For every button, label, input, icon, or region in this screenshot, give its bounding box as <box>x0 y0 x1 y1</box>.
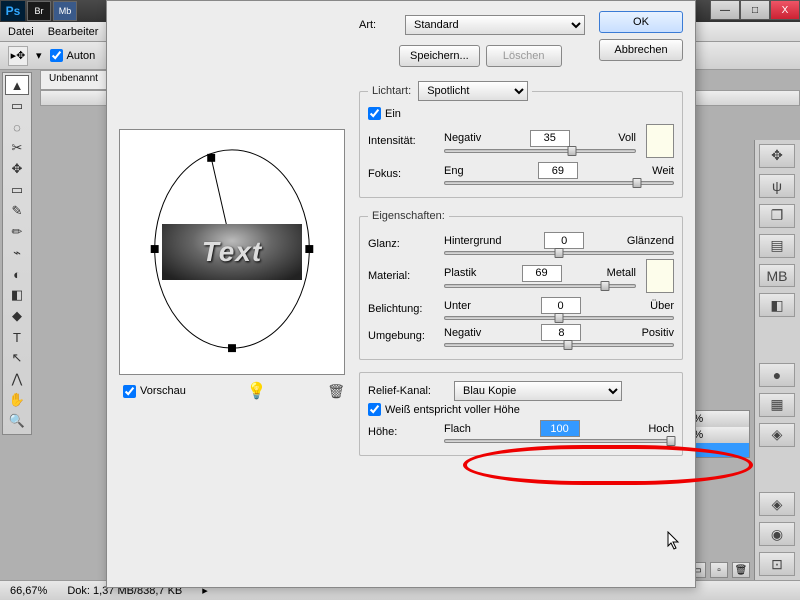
on-checkbox[interactable]: Ein <box>368 107 674 120</box>
white-high-checkbox[interactable]: Weiß entspricht voller Höhe <box>368 403 674 416</box>
tool-path[interactable]: ↖ <box>5 348 29 368</box>
ps-logo-icon: Ps <box>1 1 25 21</box>
tool-marquee[interactable]: ▭ <box>5 96 29 116</box>
ok-button[interactable]: OK <box>599 11 683 33</box>
tool-type[interactable]: T <box>5 327 29 347</box>
tool-zoom[interactable]: 🔍 <box>5 411 29 431</box>
tool-move[interactable]: ▲ <box>5 75 29 95</box>
tool-eyedropper[interactable]: ▭ <box>5 180 29 200</box>
ambience-value[interactable] <box>541 324 581 341</box>
lighting-effects-dialog: OK Abbrechen Text Vorschau 💡 🗑 <box>106 0 696 588</box>
material-label: Material: <box>368 270 438 282</box>
focus-slider[interactable] <box>444 181 674 185</box>
style-label: Art: <box>359 19 399 31</box>
intensity-label: Intensität: <box>368 135 438 147</box>
light-color-swatch[interactable] <box>646 124 674 158</box>
exposure-label: Belichtung: <box>368 303 438 315</box>
opt-separator: ▾ <box>36 49 42 62</box>
auto-select-check[interactable]: Auton <box>50 49 96 62</box>
panel-icon-7[interactable]: ● <box>759 363 795 387</box>
right-panel-strip: ✥ ψ ❐ ▤ MB ◧ ● ▦ ◈ ◈ ◉ ⊡ <box>754 140 800 580</box>
height-value[interactable] <box>540 420 580 437</box>
gloss-slider[interactable] <box>444 251 674 255</box>
minibridge-icon[interactable]: Mb <box>53 1 77 21</box>
panel-icon-9[interactable]: ◈ <box>759 423 795 447</box>
lightbulb-icon[interactable]: 💡 <box>247 381 267 401</box>
height-slider[interactable] <box>444 439 674 443</box>
panel-icon-1[interactable]: ✥ <box>759 144 795 168</box>
minimize-button[interactable]: — <box>710 0 740 20</box>
bridge-icon[interactable]: Br <box>27 1 51 21</box>
document-tab[interactable]: Unbenannt <box>40 70 107 90</box>
delete-button: Löschen <box>486 45 562 67</box>
tool-lasso[interactable]: ◌ <box>5 117 29 137</box>
maximize-button[interactable]: □ <box>740 0 770 20</box>
delete-light-icon[interactable]: 🗑 <box>327 383 345 400</box>
panel-layers-icon[interactable]: ◈ <box>759 492 795 516</box>
tool-wand[interactable]: ✥ <box>5 159 29 179</box>
panel-icon-5[interactable]: MB <box>759 264 795 288</box>
ambience-slider[interactable] <box>444 343 674 347</box>
tools-panel: ▲ ▭ ◌ ✂ ✥ ▭ ✎ ✏ ⌁ ◐ ◧ ◆ T ↖ ⋀ ✋ 🔍 <box>2 72 32 435</box>
intensity-slider[interactable] <box>444 149 636 153</box>
panel-icon-3[interactable]: ❐ <box>759 204 795 228</box>
tool-pencil[interactable]: ✏ <box>5 222 29 242</box>
height-label: Höhe: <box>368 426 438 438</box>
ambience-label: Umgebung: <box>368 330 438 342</box>
menu-edit[interactable]: Bearbeiter <box>48 26 99 38</box>
tool-dodge[interactable]: ◐ <box>5 264 29 284</box>
texture-channel-label: Relief-Kanal: <box>368 385 448 397</box>
preview-text-render: Text <box>162 224 302 280</box>
panel-icon-8[interactable]: ▦ <box>759 393 795 417</box>
intensity-value[interactable] <box>530 130 570 147</box>
new-layer-icon[interactable]: ▫ <box>710 562 728 578</box>
focus-value[interactable] <box>538 162 578 179</box>
properties-group: Eigenschaften: Glanz: HintergrundGlänzen… <box>359 210 683 360</box>
panel-paths-icon[interactable]: ⊡ <box>759 552 795 576</box>
panel-icon-4[interactable]: ▤ <box>759 234 795 258</box>
tool-clone[interactable]: ⌁ <box>5 243 29 263</box>
texture-group: Relief-Kanal: Blau Kopie Weiß entspricht… <box>359 372 683 456</box>
light-type-group: Lichtart: Spotlicht Ein Intensität: Nega… <box>359 81 683 198</box>
tool-gradient[interactable]: ◧ <box>5 285 29 305</box>
material-value[interactable] <box>522 265 562 282</box>
tool-brush[interactable]: ✎ <box>5 201 29 221</box>
save-button[interactable]: Speichern... <box>399 45 480 67</box>
panel-channels-icon[interactable]: ◉ <box>759 522 795 546</box>
tool-pen[interactable]: ⋀ <box>5 369 29 389</box>
material-slider[interactable] <box>444 284 636 288</box>
gloss-label: Glanz: <box>368 238 438 250</box>
preview-area[interactable]: Text <box>119 129 345 375</box>
preview-checkbox[interactable]: Vorschau <box>123 385 186 398</box>
trash-icon[interactable]: 🗑 <box>732 562 750 578</box>
ambient-color-swatch[interactable] <box>646 259 674 293</box>
exposure-value[interactable] <box>541 297 581 314</box>
move-tool-icon: ▸✥ <box>8 46 28 66</box>
tool-hand[interactable]: ✋ <box>5 390 29 410</box>
panel-icon-2[interactable]: ψ <box>759 174 795 198</box>
gloss-value[interactable] <box>544 232 584 249</box>
cursor-icon <box>667 531 681 551</box>
window-buttons: — □ X <box>710 0 800 20</box>
cancel-button[interactable]: Abbrechen <box>599 39 683 61</box>
exposure-slider[interactable] <box>444 316 674 320</box>
menu-file[interactable]: Datei <box>8 26 34 38</box>
tool-crop[interactable]: ✂ <box>5 138 29 158</box>
zoom-level[interactable]: 66,67% <box>10 585 47 597</box>
focus-label: Fokus: <box>368 168 438 180</box>
light-type-dropdown[interactable]: Spotlicht <box>418 81 528 101</box>
texture-channel-dropdown[interactable]: Blau Kopie <box>454 381 622 401</box>
tool-shape[interactable]: ◆ <box>5 306 29 326</box>
style-dropdown[interactable]: Standard <box>405 15 585 35</box>
panel-icon-6[interactable]: ◧ <box>759 293 795 317</box>
close-button[interactable]: X <box>770 0 800 20</box>
